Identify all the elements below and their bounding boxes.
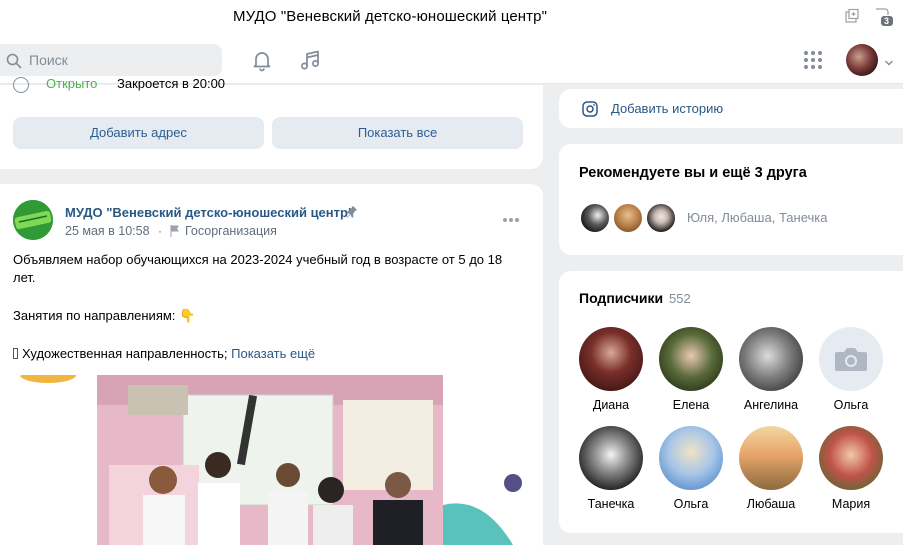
post-text-line: Художественная направленность; Показать … (13, 345, 315, 363)
add-story-label: Добавить историю (611, 101, 724, 116)
flag-icon (170, 225, 180, 240)
music-note-icon[interactable] (298, 48, 322, 72)
subscriber-avatar[interactable] (659, 426, 723, 490)
add-story-card[interactable]: Добавить историю (559, 89, 903, 128)
open-status: Открыто (46, 76, 98, 91)
subscriber-name[interactable]: Диана (571, 398, 651, 412)
search-input[interactable]: Поиск (0, 44, 222, 76)
subscriber-avatar[interactable] (579, 426, 643, 490)
close-time: Закроется в 20:00 (117, 76, 226, 91)
subscribers-card: Подписчики 552 Диана Елена Ангелина Ольг… (559, 271, 903, 533)
meta-separator: · (158, 224, 162, 238)
post-text-line: Объявляем набор обучающихся на 2023-2024… (13, 252, 503, 267)
friend-avatar[interactable] (579, 202, 611, 234)
collections-icon[interactable]: 3 (872, 6, 894, 26)
post-date[interactable]: 25 мая в 10:58 (65, 224, 150, 238)
subscriber-avatar[interactable] (739, 426, 803, 490)
search-icon (6, 53, 22, 69)
friend-avatar[interactable] (645, 202, 677, 234)
profile-avatar[interactable] (846, 44, 878, 76)
chevron-down-icon[interactable] (884, 55, 894, 70)
apps-grid-icon[interactable] (801, 48, 825, 72)
camera-placeholder-icon (835, 348, 867, 371)
collections-badge: 3 (884, 16, 890, 26)
search-placeholder: Поиск (29, 52, 68, 68)
show-all-button[interactable]: Показать все (272, 117, 523, 149)
window-titlebar: МУДО "Веневский детско-юношеский центр" … (0, 0, 903, 36)
subscriber-name[interactable]: Ольга (811, 398, 891, 412)
subscriber-avatar[interactable] (659, 327, 723, 391)
friend-avatar[interactable] (612, 202, 644, 234)
subscriber-name[interactable]: Елена (651, 398, 731, 412)
subscriber-name[interactable]: Ольга (651, 497, 731, 511)
more-options-icon[interactable] (502, 211, 520, 226)
show-more-link[interactable]: Показать ещё (231, 346, 315, 361)
post-text-directions: Занятия по направлениям: (13, 308, 176, 323)
subscriber-name[interactable]: Танечка (571, 497, 651, 511)
extensions-icon[interactable] (844, 8, 860, 24)
subscriber-name[interactable]: Любаша (731, 497, 811, 511)
recommend-names[interactable]: Юля, Любаша, Танечка (687, 210, 827, 225)
group-avatar[interactable] (13, 200, 53, 240)
instagram-camera-icon (582, 101, 598, 120)
recommend-title: Рекомендуете вы и ещё 3 друга (579, 165, 807, 181)
post-text-art: Художественная направленность; (22, 346, 228, 361)
subscriber-avatar[interactable] (739, 327, 803, 391)
notifications-bell-icon[interactable] (250, 48, 274, 72)
subscriber-name[interactable]: Ангелина (731, 398, 811, 412)
post-text-line: Занятия по направлениям: 👇 (13, 307, 195, 325)
subscribers-title[interactable]: Подписчики (579, 290, 663, 306)
post-photo[interactable] (13, 375, 523, 545)
add-address-button[interactable]: Добавить адрес (13, 117, 264, 149)
subscriber-name[interactable]: Мария (811, 497, 891, 511)
missing-glyph-icon (13, 348, 18, 359)
post-text-line: лет. (13, 270, 36, 285)
subscriber-avatar[interactable] (819, 327, 883, 391)
window-title: МУДО "Веневский детско-юношеский центр" (232, 8, 548, 25)
recommend-card: Рекомендуете вы и ещё 3 друга Юля, Любаш… (559, 144, 903, 255)
org-type: Госорганизация (185, 224, 277, 238)
pointing-down-emoji: 👇 (179, 308, 196, 323)
post-author-link[interactable]: МУДО "Веневский детско-юношеский центр" (65, 205, 354, 220)
clock-icon (13, 77, 29, 93)
subscriber-avatar[interactable] (819, 426, 883, 490)
subscriber-avatar[interactable] (579, 327, 643, 391)
info-card: Открыто Закроется в 20:00 Добавить адрес… (0, 76, 543, 169)
subscribers-count: 552 (669, 291, 691, 306)
pin-icon (346, 205, 358, 222)
